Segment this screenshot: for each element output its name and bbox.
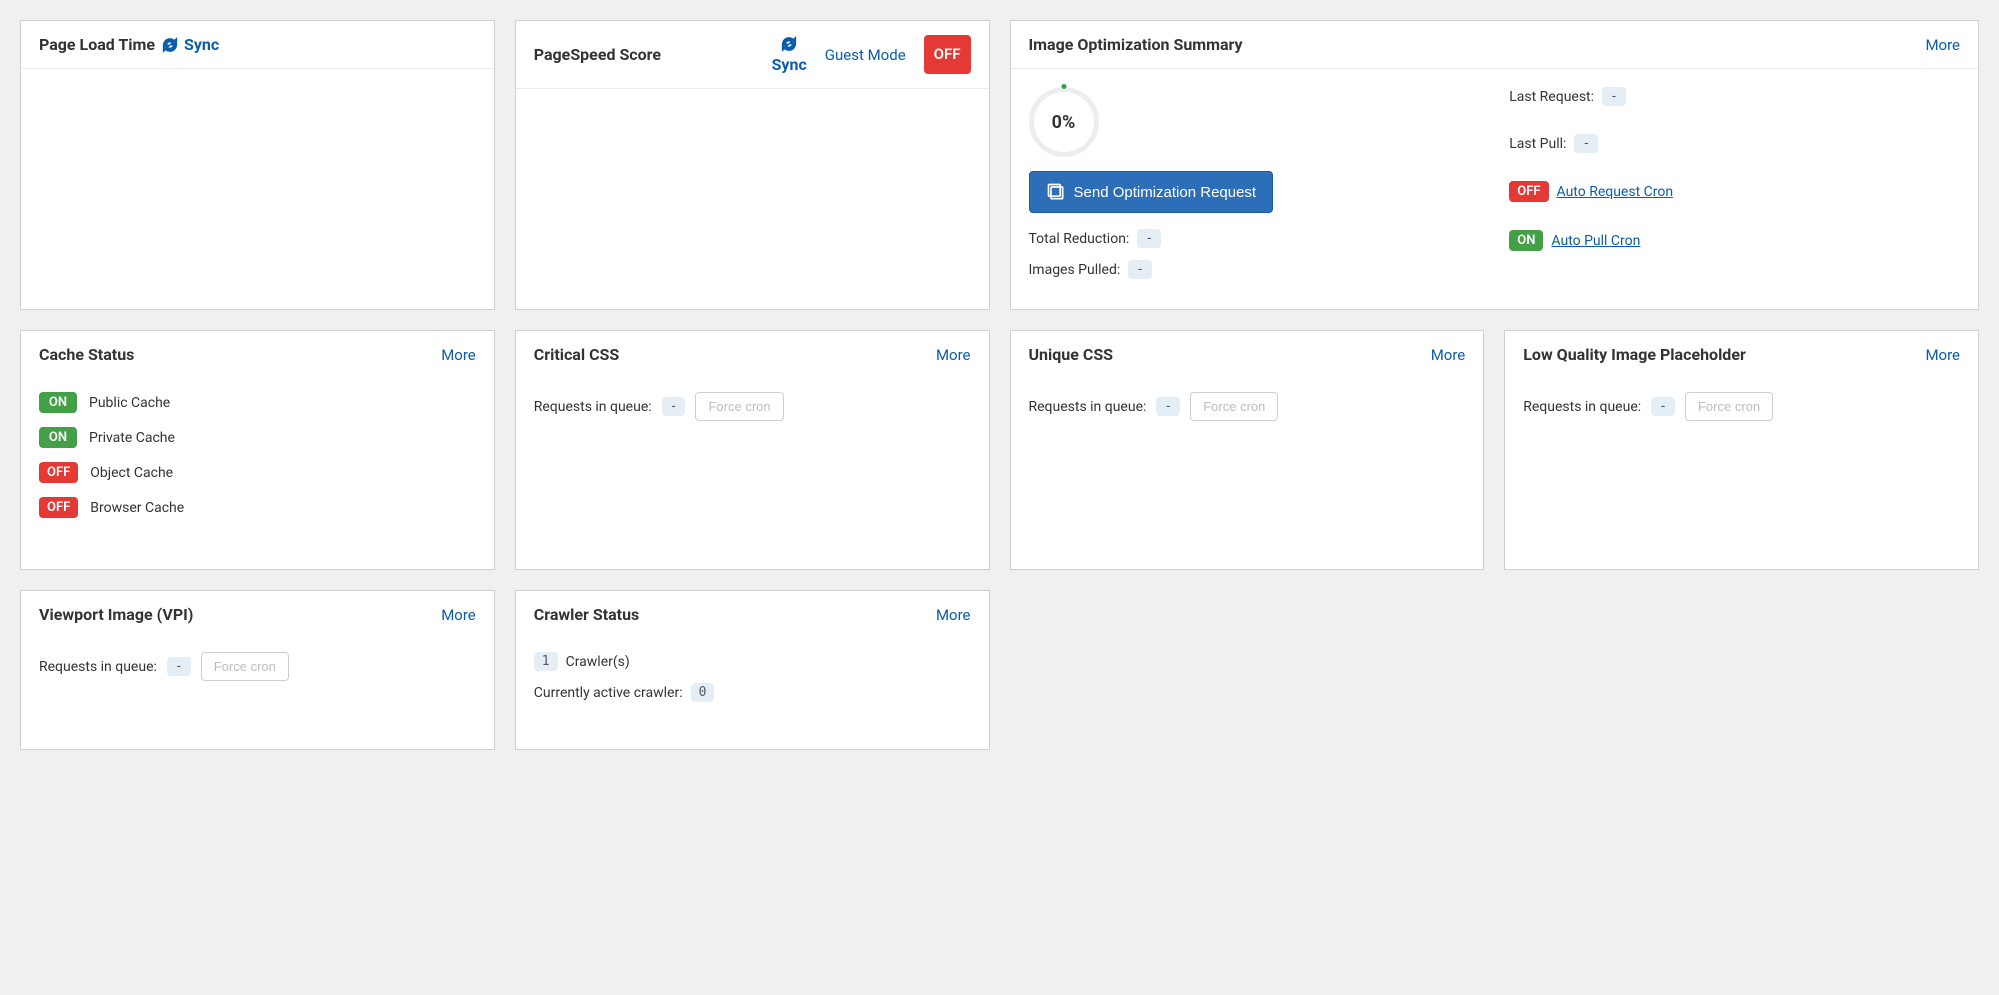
cache-row-public: ON Public Cache [39,392,476,413]
cache-label: Public Cache [89,395,170,411]
total-reduction-label: Total Reduction: [1029,231,1130,247]
status-badge: OFF [39,497,78,518]
force-cron-button[interactable]: Force cron [695,392,783,421]
critical-css-more[interactable]: More [936,346,971,364]
queue-value: - [1651,397,1675,416]
crawler-active-label: Currently active crawler: [534,685,683,701]
crawler-count: 1 [534,652,558,671]
cache-row-private: ON Private Cache [39,427,476,448]
panel-pagespeed-score: PageSpeed Score Sync Guest Mode OFF [515,20,990,310]
panel-lqip: Low Quality Image Placeholder More Reque… [1504,330,1979,570]
sync-label: Sync [772,55,807,74]
last-pull-value: - [1574,134,1598,153]
sync-icon [780,35,798,53]
vpi-more[interactable]: More [441,606,476,624]
crawler-more[interactable]: More [936,606,971,624]
queue-label: Requests in queue: [39,659,157,675]
unique-css-title: Unique CSS [1029,345,1114,364]
critical-css-title: Critical CSS [534,345,620,364]
cache-status-title: Cache Status [39,345,134,364]
cache-row-object: OFF Object Cache [39,462,476,483]
queue-value: - [1156,397,1180,416]
force-cron-button[interactable]: Force cron [1685,392,1773,421]
crawler-title: Crawler Status [534,605,640,624]
total-reduction-value: - [1137,229,1161,248]
page-load-sync[interactable]: Sync [161,35,219,54]
unique-css-more[interactable]: More [1431,346,1466,364]
cache-status-more[interactable]: More [441,346,476,364]
last-request-value: - [1602,87,1626,106]
pagespeed-badge: OFF [924,35,971,74]
pagespeed-sync[interactable]: Sync [772,35,807,74]
crawler-count-label: Crawler(s) [566,654,630,670]
image-opt-gauge: 0% [1029,87,1099,157]
page-load-title: Page Load Time [39,35,155,54]
status-badge: OFF [39,462,78,483]
last-request-label: Last Request: [1509,89,1594,105]
queue-value: - [167,657,191,676]
queue-value: - [662,397,686,416]
panel-page-load-time: Page Load Time Sync [20,20,495,310]
queue-label: Requests in queue: [534,399,652,415]
queue-label: Requests in queue: [1523,399,1641,415]
send-optimization-request-button[interactable]: Send Optimization Request [1029,171,1274,213]
panel-crawler-status: Crawler Status More 1 Crawler(s) Current… [515,590,990,750]
crawler-active-value: 0 [691,683,715,702]
status-badge: ON [39,427,77,448]
images-icon [1046,182,1066,202]
lqip-more[interactable]: More [1925,346,1960,364]
images-pulled-label: Images Pulled: [1029,262,1121,278]
panel-critical-css: Critical CSS More Requests in queue: - F… [515,330,990,570]
cache-label: Private Cache [89,430,175,446]
panel-image-optimization: Image Optimization Summary More 0% Send … [1010,20,1980,310]
auto-request-cron-badge: OFF [1509,181,1548,202]
status-badge: ON [39,392,77,413]
send-opt-label: Send Optimization Request [1074,184,1257,201]
cache-label: Object Cache [90,465,173,481]
gauge-indicator [1061,84,1066,89]
auto-request-cron-link[interactable]: Auto Request Cron [1557,184,1674,200]
force-cron-button[interactable]: Force cron [201,652,289,681]
force-cron-button[interactable]: Force cron [1190,392,1278,421]
images-pulled-value: - [1128,260,1152,279]
image-opt-more[interactable]: More [1925,36,1960,54]
panel-cache-status: Cache Status More ON Public Cache ON Pri… [20,330,495,570]
cache-row-browser: OFF Browser Cache [39,497,476,518]
panel-vpi: Viewport Image (VPI) More Requests in qu… [20,590,495,750]
last-pull-label: Last Pull: [1509,136,1566,152]
auto-pull-cron-link[interactable]: Auto Pull Cron [1551,233,1640,249]
auto-pull-cron-badge: ON [1509,230,1543,251]
pagespeed-title: PageSpeed Score [534,45,661,64]
queue-label: Requests in queue: [1029,399,1147,415]
lqip-title: Low Quality Image Placeholder [1523,345,1746,364]
pagespeed-guest-mode[interactable]: Guest Mode [825,46,906,64]
sync-icon [161,36,179,54]
sync-label: Sync [184,35,219,54]
vpi-title: Viewport Image (VPI) [39,605,193,624]
gauge-value: 0% [1052,112,1076,133]
image-opt-title: Image Optimization Summary [1029,35,1243,54]
panel-unique-css: Unique CSS More Requests in queue: - For… [1010,330,1485,570]
cache-label: Browser Cache [90,500,184,516]
